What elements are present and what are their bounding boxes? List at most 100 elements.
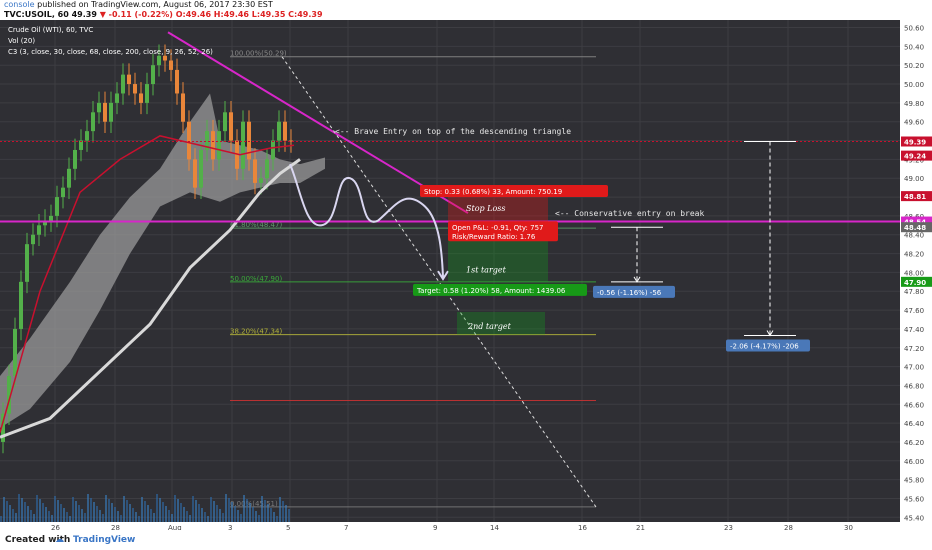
volume-bar <box>204 512 206 522</box>
candle-body <box>73 149 77 169</box>
candle-body <box>103 102 107 122</box>
volume-bar <box>222 513 224 522</box>
candle-body <box>19 281 23 329</box>
candle-body <box>139 93 143 103</box>
candle-body <box>181 93 185 122</box>
volume-bar <box>18 494 20 522</box>
volume-bar <box>105 495 107 522</box>
volume-bar <box>111 503 113 522</box>
volume-bar <box>81 509 83 522</box>
candle-body <box>115 93 119 103</box>
volume-bar <box>33 514 35 522</box>
volume-bar <box>249 503 251 522</box>
volume-bar <box>39 499 41 522</box>
candle-body <box>121 74 125 94</box>
price-tag-text: 47.90 <box>904 279 926 287</box>
publisher-link[interactable]: console <box>4 0 35 9</box>
volume-bar <box>195 500 197 522</box>
volume-bar <box>90 498 92 522</box>
publish-info: console published on TradingView.com, Au… <box>4 0 273 10</box>
candle-body <box>277 121 281 141</box>
candle-body <box>253 159 257 183</box>
y-tick-label: 50.40 <box>904 43 924 51</box>
volume-bar <box>276 516 278 522</box>
volume-bar <box>12 509 14 522</box>
candle-body <box>241 121 245 169</box>
y-tick-label: 46.40 <box>904 420 924 428</box>
volume-bar <box>72 497 74 522</box>
pnl-label-text: Open P&L: -0.91, Qty: 757 <box>452 224 543 232</box>
candle-body <box>217 131 221 160</box>
volume-bar <box>57 500 59 522</box>
y-tick-label: 46.00 <box>904 458 924 466</box>
volume-bar <box>267 504 269 522</box>
volume-bar <box>234 506 236 522</box>
volume-bar <box>75 501 77 522</box>
volume-bar <box>78 505 80 522</box>
volume-bar <box>285 505 287 522</box>
volume-bar <box>243 495 245 522</box>
candle-body <box>151 65 155 85</box>
volume-bar <box>144 501 146 522</box>
candle-body <box>13 328 17 377</box>
chart-footer: Created with ☁ TradingView <box>0 530 932 550</box>
volume-bar <box>156 494 158 522</box>
y-tick-label: 47.80 <box>904 288 924 296</box>
volume-bar <box>99 510 101 522</box>
price-tag-text: 48.81 <box>904 193 926 201</box>
volume-bar <box>162 502 164 522</box>
volume-bar <box>198 504 200 522</box>
candle-body <box>265 159 269 179</box>
measure-label: -0.56 (-1.16%) -56 <box>593 285 675 298</box>
volume-bar <box>282 501 284 522</box>
y-tick-label: 49.80 <box>904 100 924 108</box>
stop-label-text: Stop: 0.33 (0.68%) 33, Amount: 750.19 <box>424 188 562 196</box>
y-tick-label: 47.60 <box>904 307 924 315</box>
volume-bar <box>3 497 5 522</box>
y-tick-label: 47.20 <box>904 345 924 353</box>
volume-bar <box>240 514 242 522</box>
volume-bar <box>24 502 26 522</box>
y-tick-label: 48.20 <box>904 251 924 259</box>
volume-bar <box>252 507 254 522</box>
y-tick-label: 47.00 <box>904 364 924 372</box>
tradingview-brand[interactable]: TradingView <box>73 535 135 545</box>
volume-bar <box>174 495 176 522</box>
y-tick-label: 45.60 <box>904 495 924 503</box>
candle-body <box>283 121 287 141</box>
measure-label: -2.06 (-4.17%) -206 <box>726 339 810 352</box>
volume-bar <box>216 505 218 522</box>
candle-body <box>193 159 197 188</box>
chart-canvas[interactable]: 50.6050.4050.2050.0049.8049.6049.4049.20… <box>0 20 932 530</box>
price-tag-text: 49.24 <box>904 153 926 161</box>
stop-label: Stop: 0.33 (0.68%) 33, Amount: 750.19 <box>420 184 608 197</box>
volume-bar <box>42 503 44 522</box>
candle-body <box>223 112 227 132</box>
candle-body <box>163 55 167 61</box>
volume-bar <box>36 495 38 522</box>
volume-bar <box>288 509 290 522</box>
y-tick-label: 45.80 <box>904 477 924 485</box>
candle-body <box>37 225 41 235</box>
y-tick-label: 49.00 <box>904 175 924 183</box>
y-tick-label: 50.00 <box>904 81 924 89</box>
legend-indicator: C3 (3, close, 30, close, 68, close, 200,… <box>8 48 213 56</box>
tradingview-logo-icon: ☁ <box>55 535 64 545</box>
candle-body <box>61 187 65 198</box>
candle-body <box>157 55 161 66</box>
volume-bar <box>63 508 65 522</box>
fib-level-label: 50.00%(47.90) <box>230 275 282 283</box>
volume-bar <box>171 514 173 522</box>
volume-bar <box>186 511 188 522</box>
price-tag: 47.90 <box>901 276 932 287</box>
volume-bar <box>102 514 104 522</box>
volume-bar <box>93 502 95 522</box>
volume-bar <box>246 499 248 522</box>
volume-bar <box>150 509 152 522</box>
volume-bar <box>210 497 212 522</box>
volume-bar <box>219 509 221 522</box>
volume-bar <box>225 494 227 522</box>
brave-entry-annotation: <-- Brave Entry on top of the descending… <box>335 127 571 136</box>
candle-body <box>187 121 191 160</box>
second-target-annotation: 2nd target <box>467 322 512 331</box>
